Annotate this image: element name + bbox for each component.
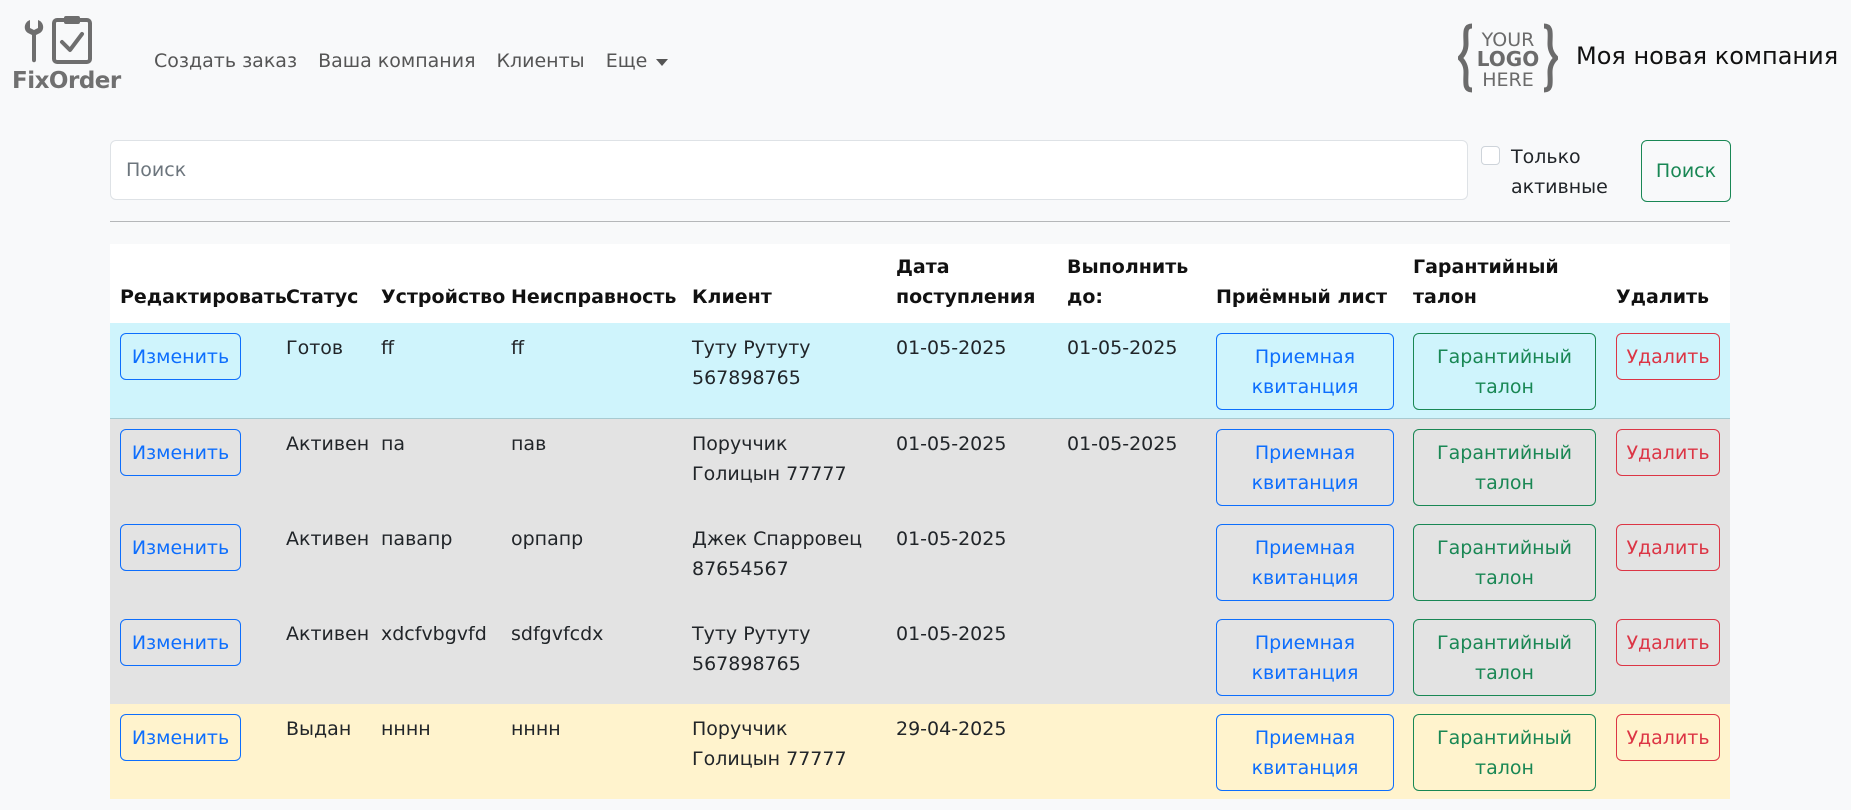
header-warranty: Гарантийный талон <box>1403 244 1606 323</box>
header-edit: Редактировать <box>110 244 287 323</box>
row-device: па <box>371 418 501 514</box>
row-received-date: 01-05-2025 <box>886 418 1057 514</box>
nav-more-label: Еще <box>605 50 648 72</box>
warranty-button[interactable]: Гарантийный талон <box>1413 524 1596 601</box>
warranty-button[interactable]: Гарантийный талон <box>1413 619 1596 696</box>
orders-table-wrapper: Редактировать Статус Устройство Неисправ… <box>110 244 1730 799</box>
table-row: Изменить Готов ff ff Туту Рутуту 5678987… <box>110 323 1730 419</box>
row-client: Джек Спарровец 87654567 <box>682 514 886 609</box>
receipt-button[interactable]: Приемная квитанция <box>1216 429 1394 506</box>
warranty-button[interactable]: Гарантийный талон <box>1413 429 1596 506</box>
navbar: FixOrder Создать заказ Ваша компания Кли… <box>0 0 1851 125</box>
row-fault: sdfgvfcdx <box>501 609 682 704</box>
row-due-date <box>1057 704 1206 799</box>
row-client: Туту Рутуту 567898765 <box>682 323 886 419</box>
table-body: Изменить Готов ff ff Туту Рутуту 5678987… <box>110 323 1730 799</box>
row-client: Поруччик Голицын 77777 <box>682 418 886 514</box>
edit-button[interactable]: Изменить <box>120 429 241 476</box>
table-header-row: Редактировать Статус Устройство Неисправ… <box>110 244 1730 323</box>
row-received-date: 01-05-2025 <box>886 609 1057 704</box>
row-due-date: 01-05-2025 <box>1057 418 1206 514</box>
only-active-label[interactable]: Только активные <box>1511 142 1611 202</box>
receipt-button[interactable]: Приемная квитанция <box>1216 714 1394 791</box>
search-button[interactable]: Поиск <box>1641 140 1731 202</box>
your-logo-here-icon: YOUR LOGO HERE <box>1456 23 1560 93</box>
header-fault: Неисправность <box>501 244 682 323</box>
header-status: Статус <box>276 244 371 323</box>
receipt-button[interactable]: Приемная квитанция <box>1216 619 1394 696</box>
logo-text-line-2: LOGO <box>1477 47 1539 71</box>
warranty-button[interactable]: Гарантийный талон <box>1413 333 1596 410</box>
header-received-date: Дата поступления <box>886 244 1057 323</box>
table-row: Изменить Выдан нннн нннн Поруччик Голицы… <box>110 704 1730 799</box>
only-active-checkbox[interactable] <box>1481 146 1500 165</box>
company-name: Моя новая компания <box>1576 42 1839 70</box>
main-nav: Создать заказ Ваша компания Клиенты Еще <box>154 50 689 72</box>
row-fault: орпапр <box>501 514 682 609</box>
search-bar: Только активные Поиск <box>110 140 1731 202</box>
search-input[interactable] <box>110 140 1468 200</box>
header-delete: Удалить <box>1606 244 1730 323</box>
orders-table: Редактировать Статус Устройство Неисправ… <box>110 244 1730 799</box>
edit-button[interactable]: Изменить <box>120 619 241 666</box>
row-due-date <box>1057 514 1206 609</box>
edit-button[interactable]: Изменить <box>120 524 241 571</box>
brand-name: FixOrder <box>12 68 121 94</box>
nav-clients[interactable]: Клиенты <box>497 50 585 72</box>
header-due-date: Выполнить до: <box>1057 244 1206 323</box>
row-status: Активен <box>276 514 371 609</box>
row-device: xdcfvbgvfd <box>371 609 501 704</box>
receipt-button[interactable]: Приемная квитанция <box>1216 524 1394 601</box>
caret-down-icon <box>656 58 669 66</box>
delete-button[interactable]: Удалить <box>1616 714 1720 761</box>
header-receipt: Приёмный лист <box>1206 244 1403 323</box>
row-status: Готов <box>276 323 371 419</box>
edit-button[interactable]: Изменить <box>120 333 241 380</box>
row-due-date <box>1057 609 1206 704</box>
delete-button[interactable]: Удалить <box>1616 619 1720 666</box>
row-due-date: 01-05-2025 <box>1057 323 1206 419</box>
company-logo: YOUR LOGO HERE <box>1456 22 1560 94</box>
row-fault: нннн <box>501 704 682 799</box>
header-device: Устройство <box>371 244 505 323</box>
row-fault: ff <box>501 323 682 419</box>
divider <box>110 221 1730 222</box>
row-received-date: 01-05-2025 <box>886 514 1057 609</box>
header-client: Клиент <box>682 244 886 323</box>
table-row: Изменить Активен павапр орпапр Джек Спар… <box>110 514 1730 609</box>
row-status: Активен <box>276 609 371 704</box>
nav-your-company[interactable]: Ваша компания <box>318 50 475 72</box>
row-status: Активен <box>276 418 371 514</box>
row-client: Поруччик Голицын 77777 <box>682 704 886 799</box>
warranty-button[interactable]: Гарантийный талон <box>1413 714 1596 791</box>
row-fault: пав <box>501 418 682 514</box>
row-device: нннн <box>371 704 501 799</box>
table-row: Изменить Активен xdcfvbgvfd sdfgvfcdx Ту… <box>110 609 1730 704</box>
row-status: Выдан <box>276 704 371 799</box>
logo-text-line-3: HERE <box>1482 69 1534 91</box>
table-row: Изменить Активен па пав Поруччик Голицын… <box>110 418 1730 514</box>
nav-more-dropdown[interactable]: Еще <box>606 50 669 72</box>
edit-button[interactable]: Изменить <box>120 714 241 761</box>
brand-logo[interactable]: FixOrder <box>12 14 121 94</box>
delete-button[interactable]: Удалить <box>1616 524 1720 571</box>
row-device: павапр <box>371 514 501 609</box>
row-device: ff <box>371 323 501 419</box>
row-received-date: 29-04-2025 <box>886 704 1057 799</box>
wrench-clipboard-icon <box>24 16 92 64</box>
delete-button[interactable]: Удалить <box>1616 333 1720 380</box>
row-client: Туту Рутуту 567898765 <box>682 609 886 704</box>
delete-button[interactable]: Удалить <box>1616 429 1720 476</box>
receipt-button[interactable]: Приемная квитанция <box>1216 333 1394 410</box>
row-received-date: 01-05-2025 <box>886 323 1057 419</box>
nav-create-order[interactable]: Создать заказ <box>154 50 297 72</box>
